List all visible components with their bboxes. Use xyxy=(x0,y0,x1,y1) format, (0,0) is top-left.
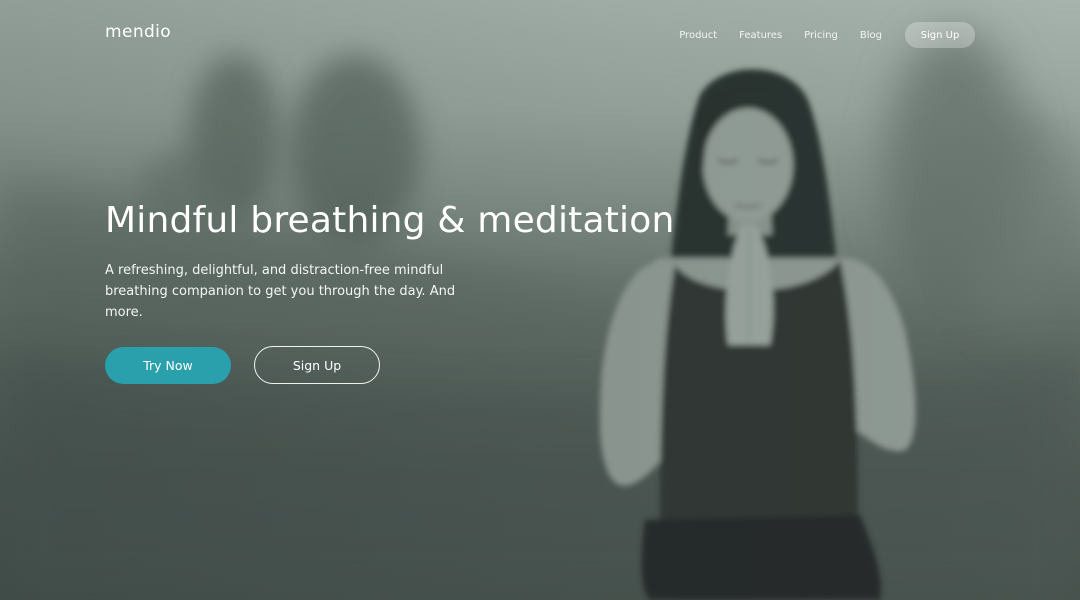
try-now-button[interactable]: Try Now xyxy=(105,347,231,384)
nav-link-blog[interactable]: Blog xyxy=(860,30,882,41)
nav-signup-button[interactable]: Sign Up xyxy=(905,22,975,48)
navbar: mendio Product Features Pricing Blog Sig… xyxy=(0,0,1080,70)
logo[interactable]: mendio xyxy=(105,22,171,42)
nav-link-pricing[interactable]: Pricing xyxy=(804,30,838,41)
hero-headline: Mindful breathing & meditation xyxy=(105,200,675,241)
nav-link-features[interactable]: Features xyxy=(739,30,782,41)
hero-section: mendio Product Features Pricing Blog Sig… xyxy=(0,0,1080,600)
nav-links: Product Features Pricing Blog Sign Up xyxy=(657,22,975,48)
nav-link-product[interactable]: Product xyxy=(679,30,717,41)
hero-signup-button[interactable]: Sign Up xyxy=(254,346,380,384)
hero-subtitle: A refreshing, delightful, and distractio… xyxy=(105,263,456,320)
